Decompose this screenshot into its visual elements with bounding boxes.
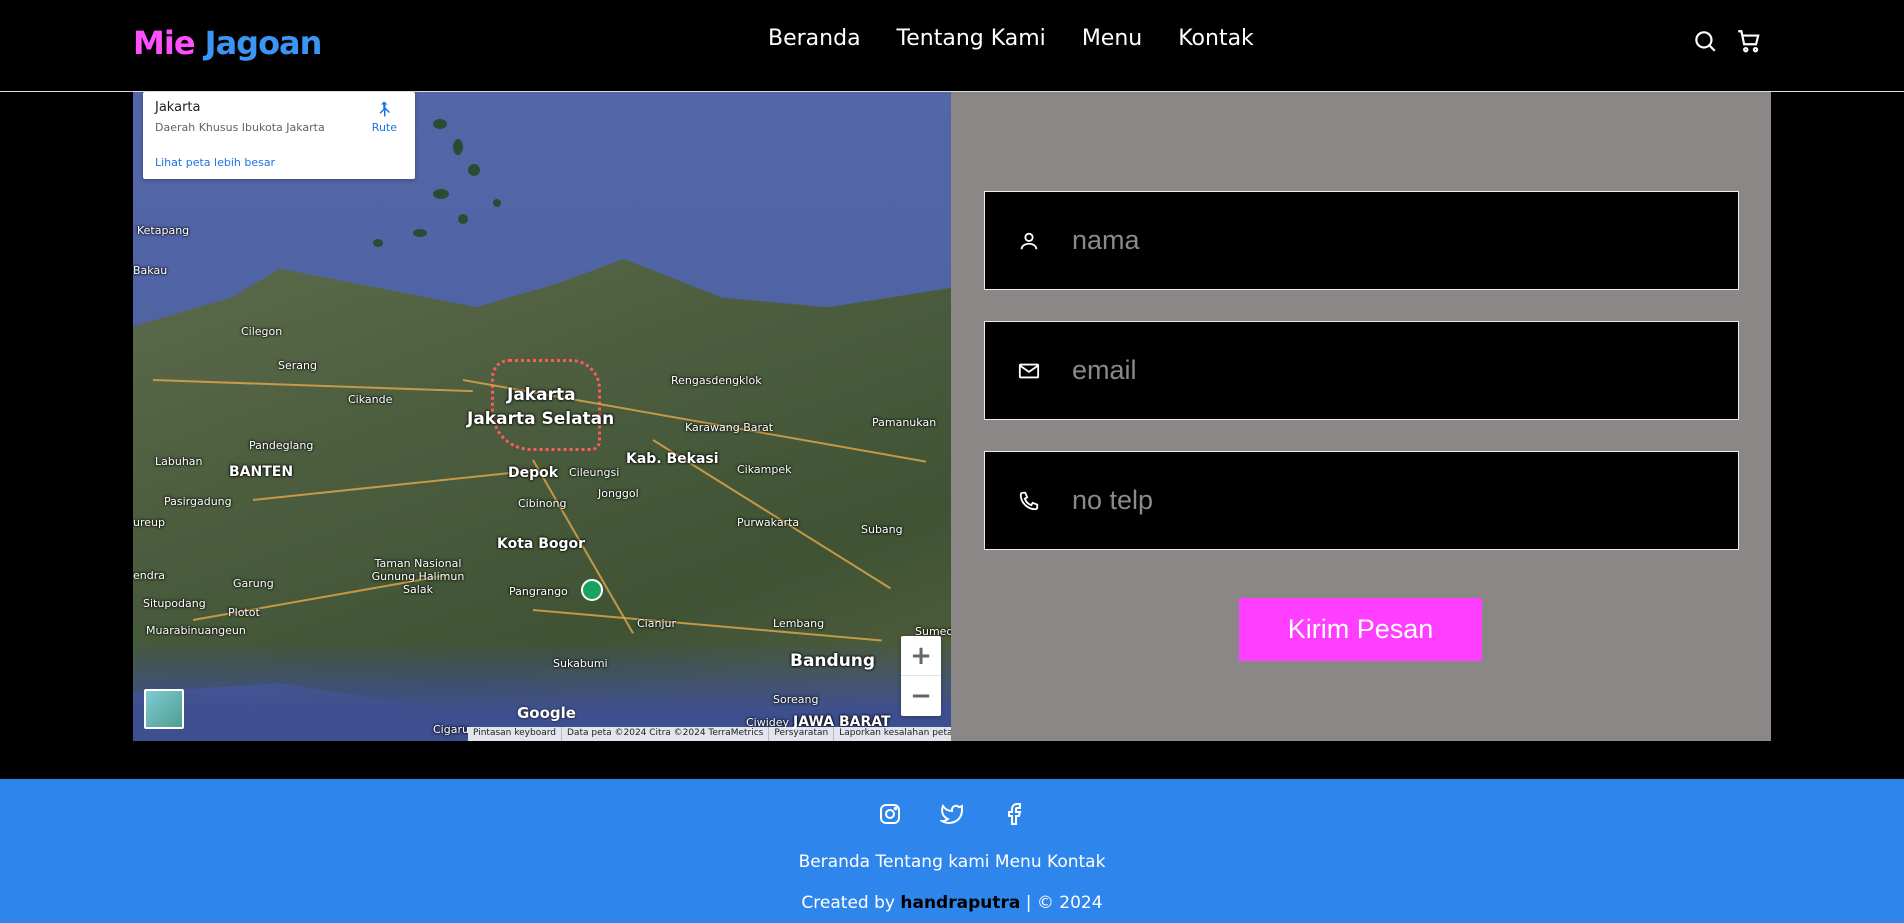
footer-link-beranda[interactable]: Beranda bbox=[799, 852, 871, 872]
map-label: Jonggol bbox=[598, 487, 639, 500]
twitter-icon[interactable] bbox=[938, 802, 964, 826]
nav-link-menu[interactable]: Menu bbox=[1082, 26, 1142, 51]
map-label: Situpodang bbox=[143, 597, 206, 610]
facebook-icon[interactable] bbox=[1002, 802, 1026, 826]
map-label: Jakarta bbox=[507, 385, 576, 405]
nav-link-kontak[interactable]: Kontak bbox=[1178, 26, 1254, 51]
name-field bbox=[984, 191, 1739, 290]
map-label: Labuhan bbox=[155, 455, 203, 468]
map-label: Ketapang bbox=[137, 224, 190, 237]
view-larger-map-link[interactable]: Lihat peta lebih besar bbox=[155, 156, 275, 169]
send-message-button[interactable]: Kirim Pesan bbox=[1239, 598, 1482, 661]
map-label: Pamanukan bbox=[872, 416, 937, 429]
map-label: Pangrango bbox=[509, 585, 568, 598]
name-input[interactable] bbox=[1072, 225, 1692, 256]
map-label: Taman Nasional Gunung Halimun Salak bbox=[371, 557, 465, 596]
route-label: Rute bbox=[371, 121, 397, 134]
map-label: Kab. Bekasi bbox=[626, 451, 719, 467]
map-label: Cilegon bbox=[241, 325, 283, 338]
contact-form: Kirim Pesan bbox=[951, 79, 1771, 741]
nav-link-beranda[interactable]: Beranda bbox=[768, 26, 861, 51]
map-label: Subang bbox=[861, 523, 903, 536]
footer-link-tentang-kami[interactable]: Tentang kami bbox=[875, 852, 989, 872]
map-label: Cigaru bbox=[433, 723, 469, 736]
map-label: Garung bbox=[233, 577, 274, 590]
email-field bbox=[984, 321, 1739, 420]
map-label: Cianjur bbox=[637, 617, 676, 630]
instagram-icon[interactable] bbox=[878, 802, 902, 826]
map-label: Cibinong bbox=[518, 497, 567, 510]
map-label: Pasirgadung bbox=[164, 495, 232, 508]
map-attribution: Pintasan keyboard Data peta ©2024 Citra … bbox=[468, 727, 951, 741]
nav-menu: Beranda Tentang Kami Menu Kontak bbox=[768, 26, 1290, 51]
footer-link-kontak[interactable]: Kontak bbox=[1047, 852, 1105, 872]
terms-link[interactable]: Persyaratan bbox=[768, 727, 833, 741]
report-error-link[interactable]: Laporkan kesalahan peta bbox=[833, 727, 951, 741]
map-label: Serang bbox=[278, 359, 317, 372]
map-label: Soreang bbox=[773, 693, 819, 706]
search-icon[interactable] bbox=[1692, 28, 1718, 54]
credit-author[interactable]: handraputra bbox=[900, 893, 1020, 913]
phone-input[interactable] bbox=[1072, 485, 1692, 516]
map-label: Purwakarta bbox=[737, 516, 800, 529]
map-label: BANTEN bbox=[229, 464, 294, 480]
map-layer-toggle[interactable] bbox=[144, 689, 184, 729]
mail-icon bbox=[1018, 360, 1040, 382]
credit-prefix: Created by bbox=[801, 893, 895, 913]
map-label: ureup bbox=[133, 516, 165, 529]
map-label: Bakau bbox=[133, 264, 168, 277]
directions-icon bbox=[375, 100, 393, 118]
map-label: Muarabinuangeun bbox=[146, 624, 246, 637]
credit-suffix: | © 2024 bbox=[1025, 893, 1103, 913]
map-label: Sukabumi bbox=[553, 657, 608, 670]
email-input[interactable] bbox=[1072, 355, 1692, 386]
map-data-text: Data peta ©2024 Citra ©2024 TerraMetrics bbox=[561, 727, 768, 741]
footer-link-menu[interactable]: Menu bbox=[995, 852, 1042, 872]
route-button[interactable]: Rute bbox=[372, 100, 397, 134]
zoom-in-button[interactable]: + bbox=[901, 636, 941, 676]
user-icon bbox=[1018, 230, 1040, 252]
keyboard-shortcuts-link[interactable]: Pintasan keyboard bbox=[468, 727, 561, 741]
jakarta-boundary bbox=[491, 359, 601, 451]
brand-part2: Jagoan bbox=[204, 24, 323, 62]
brand-logo[interactable]: Mie Jagoan bbox=[133, 24, 323, 62]
map-label: Jakarta Selatan bbox=[467, 409, 615, 429]
map-label: Kota Bogor bbox=[497, 536, 586, 552]
footer-credit: Created by handraputra | © 2024 bbox=[0, 893, 1904, 913]
cart-icon[interactable] bbox=[1736, 28, 1762, 54]
footer: Beranda Tentang kami Menu Kontak Created… bbox=[0, 779, 1904, 923]
nav-link-tentang-kami[interactable]: Tentang Kami bbox=[897, 26, 1046, 51]
map-label: Depok bbox=[508, 465, 559, 481]
phone-icon bbox=[1018, 490, 1040, 512]
phone-field bbox=[984, 451, 1739, 550]
map-label: Cikande bbox=[348, 393, 393, 406]
map-info-subtitle: Daerah Khusus Ibukota Jakarta bbox=[155, 121, 325, 134]
navbar: Mie Jagoan Beranda Tentang Kami Menu Kon… bbox=[0, 0, 1904, 92]
map-info-title: Jakarta bbox=[155, 100, 201, 115]
contact-section: Ketapang Bakau Cilegon Serang Cikande Ja… bbox=[133, 79, 1771, 741]
footer-links: Beranda Tentang kami Menu Kontak bbox=[0, 852, 1904, 872]
map-label: Rengasdengklok bbox=[671, 374, 762, 387]
map-label: Plotot bbox=[228, 606, 260, 619]
map-label: Karawang Barat bbox=[685, 421, 774, 434]
map-label: Bandung bbox=[790, 651, 876, 671]
map-info-card: Jakarta Daerah Khusus Ibukota Jakarta Li… bbox=[143, 92, 415, 179]
mountain-pin-icon[interactable] bbox=[581, 579, 603, 601]
google-map[interactable]: Ketapang Bakau Cilegon Serang Cikande Ja… bbox=[133, 79, 951, 741]
google-logo: Google bbox=[517, 704, 576, 722]
map-label: endra bbox=[133, 569, 165, 582]
zoom-controls: + − bbox=[901, 636, 941, 716]
map-label: Pandeglang bbox=[249, 439, 314, 452]
map-label: Lembang bbox=[773, 617, 825, 630]
map-label: Cikampek bbox=[737, 463, 792, 476]
brand-part1: Mie bbox=[133, 24, 196, 62]
nav-icons bbox=[1692, 28, 1762, 54]
zoom-out-button[interactable]: − bbox=[901, 676, 941, 716]
map-label: Cileungsi bbox=[569, 466, 620, 479]
social-links bbox=[0, 802, 1904, 826]
